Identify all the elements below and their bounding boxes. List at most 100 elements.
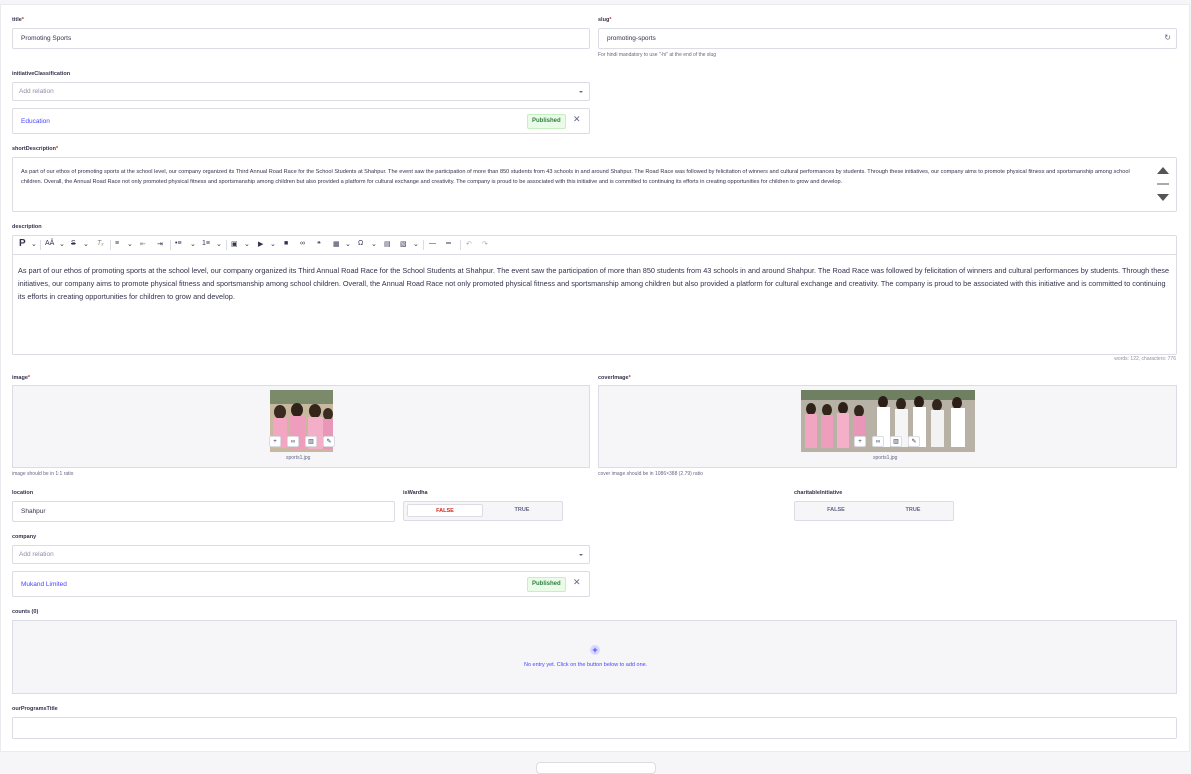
strikethrough-icon[interactable]: S xyxy=(71,240,76,247)
false-option[interactable]: FALSE xyxy=(407,504,483,517)
initiative-classification-label: initiativeClassification xyxy=(12,71,71,77)
file-icon[interactable]: ■ xyxy=(284,240,288,247)
toolbar-separator xyxy=(226,240,227,250)
horizontal-line-icon[interactable]: — xyxy=(429,240,436,247)
location-input-value: Shahpur xyxy=(21,508,46,515)
slug-hint: For hindi mandatory to use "-hi" at the … xyxy=(598,52,717,58)
source-editing-icon[interactable]: ▧ xyxy=(400,240,407,248)
status-badge: Published xyxy=(527,577,566,592)
scroll-up-icon[interactable] xyxy=(1157,167,1169,174)
paragraph-dropdown[interactable]: P xyxy=(19,238,26,249)
relation-link-company[interactable]: Mukand Limited xyxy=(21,581,67,588)
insert-media-icon[interactable]: ▶ xyxy=(258,240,263,248)
relation-item-education: Education Published ✕ xyxy=(12,108,590,134)
relation-link-education[interactable]: Education xyxy=(21,118,50,125)
blockquote-icon[interactable]: ❝ xyxy=(317,240,321,248)
cover-image-preview xyxy=(801,390,975,452)
status-badge: Published xyxy=(527,114,566,129)
toolbar-separator xyxy=(110,240,111,250)
align-icon[interactable]: ≡ xyxy=(115,240,119,247)
toolbar-separator xyxy=(423,240,424,250)
regenerate-icon[interactable]: ↻ xyxy=(1164,33,1171,42)
chevron-down-icon[interactable]: ⌄ xyxy=(270,240,276,248)
chevron-down-icon[interactable]: ⌄ xyxy=(31,240,37,248)
image-upload-box[interactable]: + ∞ ▥ ✎ sports1.jpg xyxy=(12,385,590,468)
chevron-down-icon[interactable]: ⌄ xyxy=(244,240,250,248)
chevron-down-icon[interactable]: ⌄ xyxy=(371,240,377,248)
remove-format-icon[interactable]: Tₓ xyxy=(97,240,104,247)
chevron-down-icon[interactable]: ⌄ xyxy=(127,240,133,248)
short-description-textarea[interactable]: As part of our ethos of promoting sports… xyxy=(12,157,1177,212)
short-description-text: As part of our ethos of promoting sports… xyxy=(21,169,1130,185)
company-label: company xyxy=(12,534,37,540)
image-hint: image should be in 1:1 ratio xyxy=(12,471,74,477)
chevron-down-icon[interactable]: ⌄ xyxy=(190,240,196,248)
charitable-initiative-label: charitableInitiative xyxy=(794,490,843,496)
insert-table-icon[interactable]: ▦ xyxy=(333,240,340,248)
close-icon[interactable]: ✕ xyxy=(573,577,581,588)
slug-input-value: promoting-sports xyxy=(607,35,656,42)
delete-icon[interactable]: ▥ xyxy=(305,436,317,447)
title-input-value: Promoting Sports xyxy=(21,35,72,42)
delete-icon[interactable]: ▥ xyxy=(890,436,902,447)
chevron-down-icon[interactable]: ⌄ xyxy=(83,240,89,248)
title-input[interactable]: Promoting Sports xyxy=(12,28,590,49)
add-icon[interactable]: + xyxy=(854,436,866,447)
description-label: description xyxy=(12,224,42,230)
insert-image-icon[interactable]: ▣ xyxy=(231,240,238,248)
empty-state-text: No entry yet. Click on the button below … xyxy=(524,662,648,668)
add-icon[interactable]: + xyxy=(269,436,281,447)
indent-icon[interactable]: ⇥ xyxy=(157,240,163,248)
description-content[interactable]: As part of our ethos of promoting sports… xyxy=(18,264,1170,303)
true-option[interactable]: TRUE xyxy=(875,504,951,517)
cover-image-upload-box[interactable]: + ∞ ▥ ✎ sports1.jpg xyxy=(598,385,1177,468)
true-option[interactable]: TRUE xyxy=(484,504,560,517)
toolbar-divider xyxy=(13,254,1176,255)
redo-icon[interactable]: ↷ xyxy=(482,240,488,248)
numbered-list-icon[interactable]: 1≡ xyxy=(202,240,210,247)
page-break-icon[interactable]: ═ xyxy=(446,240,451,247)
chevron-down-icon[interactable]: ⌄ xyxy=(216,240,222,248)
initiative-classification-select[interactable]: Add relation xyxy=(12,82,590,101)
bottom-button[interactable] xyxy=(536,762,656,774)
toolbar-separator xyxy=(40,240,41,250)
font-size-dropdown[interactable]: AÂ xyxy=(45,240,54,247)
special-characters-icon[interactable]: Ω xyxy=(358,240,363,247)
slug-input[interactable]: promoting-sports ↻ xyxy=(598,28,1177,49)
cover-image-filename: sports1.jpg xyxy=(873,455,898,461)
cover-image-label: coverImage* xyxy=(598,375,631,381)
title-label: title* xyxy=(12,17,24,23)
counts-empty-state: + No entry yet. Click on the button belo… xyxy=(12,620,1177,694)
undo-icon[interactable]: ↶ xyxy=(466,240,472,248)
bulleted-list-icon[interactable]: •≡ xyxy=(175,240,182,247)
add-relation-placeholder: Add relation xyxy=(19,88,54,95)
outdent-icon[interactable]: ⇤ xyxy=(140,240,146,248)
chevron-down-icon xyxy=(579,554,583,556)
edit-icon[interactable]: ✎ xyxy=(323,436,335,447)
chevron-down-icon[interactable]: ⌄ xyxy=(413,240,419,248)
scroll-down-icon[interactable] xyxy=(1157,194,1169,201)
word-count: words: 122, characters: 776 xyxy=(1114,356,1176,362)
add-relation-placeholder: Add relation xyxy=(19,551,54,558)
link-icon[interactable]: ∞ xyxy=(872,436,884,447)
chevron-down-icon[interactable]: ⌄ xyxy=(345,240,351,248)
scrollbar[interactable] xyxy=(1150,158,1176,211)
company-select[interactable]: Add relation xyxy=(12,545,590,564)
location-input[interactable]: Shahpur xyxy=(12,501,395,522)
edit-icon[interactable]: ✎ xyxy=(908,436,920,447)
link-icon[interactable]: ∞ xyxy=(287,436,299,447)
chevron-down-icon xyxy=(579,91,583,93)
chevron-down-icon[interactable]: ⌄ xyxy=(59,240,65,248)
our-programs-title-input[interactable] xyxy=(12,717,1177,739)
html-embed-icon[interactable]: ▤ xyxy=(384,240,391,248)
slug-label: slug* xyxy=(598,17,612,23)
add-entry-icon[interactable]: + xyxy=(590,645,600,655)
close-icon[interactable]: ✕ xyxy=(573,114,581,125)
relation-item-company: Mukand Limited Published ✕ xyxy=(12,571,590,597)
counts-label: counts (0) xyxy=(12,609,39,615)
scroll-thumb[interactable] xyxy=(1157,183,1169,185)
short-description-label: shortDescription* xyxy=(12,146,59,152)
false-option[interactable]: FALSE xyxy=(798,504,874,517)
is-wardha-label: isWardha xyxy=(403,490,428,496)
link-icon[interactable]: ∞ xyxy=(300,240,305,247)
